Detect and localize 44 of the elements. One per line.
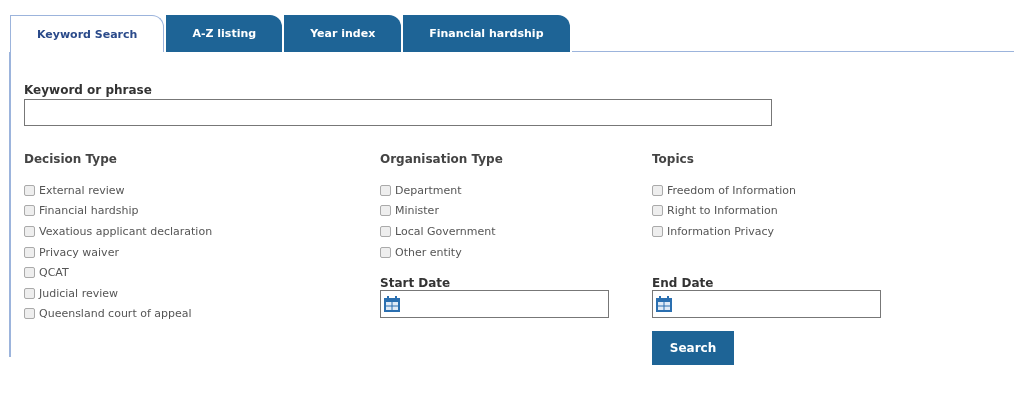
group-heading: Organisation Type bbox=[380, 152, 504, 166]
checkbox[interactable] bbox=[380, 205, 391, 217]
checkbox-label: Vexatious applicant declaration bbox=[39, 225, 213, 238]
checkbox[interactable] bbox=[652, 226, 663, 237]
checkbox[interactable] bbox=[24, 308, 35, 320]
checkbox-label: External review bbox=[39, 183, 125, 197]
checkbox[interactable] bbox=[380, 246, 391, 258]
group-heading: Decision Type bbox=[24, 152, 118, 166]
checkbox-label: Right to Information bbox=[667, 204, 778, 218]
checkbox[interactable] bbox=[652, 184, 663, 196]
calendar-icon[interactable] bbox=[383, 295, 401, 314]
checkbox-label: Local Government bbox=[395, 225, 496, 238]
date-label: Start Date bbox=[380, 276, 452, 291]
tab[interactable]: Year index bbox=[284, 15, 402, 52]
checkbox[interactable] bbox=[24, 184, 35, 196]
checkbox-label: Financial hardship bbox=[39, 204, 139, 218]
tab[interactable]: Financial hardship bbox=[403, 15, 570, 52]
field-label: Keyword or phrase bbox=[24, 83, 153, 97]
date-field[interactable] bbox=[380, 290, 609, 319]
tab[interactable]: A-Z listing bbox=[166, 15, 283, 52]
checkbox-label: Freedom of Information bbox=[667, 183, 797, 197]
checkbox[interactable] bbox=[24, 246, 35, 258]
checkbox[interactable] bbox=[24, 267, 35, 279]
date-field[interactable] bbox=[652, 290, 881, 319]
checkbox-label: Department bbox=[395, 183, 462, 197]
calendar-icon[interactable] bbox=[655, 295, 673, 314]
checkbox[interactable] bbox=[380, 226, 391, 237]
checkbox-label: Judicial review bbox=[39, 286, 119, 300]
tab[interactable]: Keyword Search bbox=[10, 15, 165, 52]
keyword-field[interactable] bbox=[24, 99, 772, 126]
checkbox-label: QCAT bbox=[39, 266, 69, 280]
checkbox-label: Minister bbox=[395, 204, 439, 218]
checkbox-label: Other entity bbox=[395, 245, 462, 259]
checkbox[interactable] bbox=[24, 287, 35, 299]
search-button[interactable]: Search bbox=[652, 331, 734, 366]
date-label: End Date bbox=[652, 276, 715, 291]
checkbox-label: Privacy waiver bbox=[39, 245, 119, 259]
checkbox-label: Queensland court of appeal bbox=[39, 307, 192, 321]
group-heading: Topics bbox=[652, 152, 695, 166]
checkbox[interactable] bbox=[380, 184, 391, 196]
checkbox-label: Information Privacy bbox=[667, 225, 774, 238]
checkbox[interactable] bbox=[24, 205, 35, 217]
checkbox[interactable] bbox=[652, 205, 663, 217]
checkbox[interactable] bbox=[24, 226, 35, 237]
